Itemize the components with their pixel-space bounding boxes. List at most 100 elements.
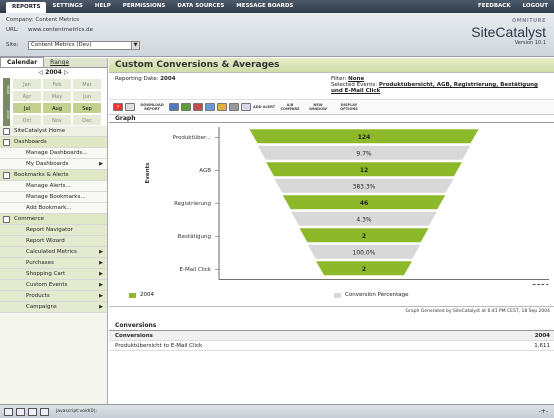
- conversion-percent-label: 4.3%: [356, 216, 372, 223]
- calendar-month[interactable]: Sep: [72, 102, 102, 114]
- window-icon[interactable]: [4, 407, 13, 416]
- window-icon[interactable]: [28, 407, 37, 416]
- tab-range[interactable]: Range: [44, 58, 75, 67]
- folder-icon: [3, 139, 10, 146]
- sidebar-item[interactable]: Custom Events ▶: [0, 280, 107, 291]
- calendar-month[interactable]: Aug: [42, 102, 72, 114]
- sidebar-item[interactable]: Purchases ▶: [0, 258, 107, 269]
- email-icon[interactable]: [217, 103, 227, 111]
- sidebar-item[interactable]: Manage Bookmarks...: [0, 192, 107, 203]
- compare-button[interactable]: A/B COMPARE: [277, 102, 303, 112]
- window-icon[interactable]: [16, 407, 25, 416]
- sidebar-item-label: Bookmarks & Alerts: [14, 172, 69, 178]
- csv-icon[interactable]: [181, 103, 191, 111]
- conversion-row-value: 1,611: [534, 343, 550, 349]
- sidebar-item[interactable]: Bookmarks & Alerts: [0, 170, 107, 181]
- download-report-button[interactable]: DOWNLOAD REPORT: [137, 102, 167, 112]
- sidebar: Calendar Range ◁ 2004 ▷ YEAR 2004 Jan Fe…: [0, 57, 108, 404]
- year-col-header: 2004: [534, 333, 550, 339]
- sidebar-item[interactable]: Add Bookmark...: [0, 203, 107, 214]
- calendar-month[interactable]: Oct: [12, 114, 42, 126]
- funnel-value-label: 2: [362, 233, 366, 240]
- folder-icon: [3, 216, 10, 223]
- pdf-icon[interactable]: [193, 103, 203, 111]
- sidebar-item[interactable]: Calculated Metrics ▶: [0, 247, 107, 258]
- word-icon[interactable]: [205, 103, 215, 111]
- feedback-link[interactable]: FEEDBACK: [472, 0, 517, 13]
- print-icon[interactable]: [125, 103, 135, 111]
- add-alert-button[interactable]: ADD ALERT: [253, 102, 275, 112]
- legend-label-conversion: Conversion Percentage: [345, 292, 409, 298]
- calendar-month[interactable]: Dec: [72, 114, 102, 126]
- sidebar-item-label: Manage Alerts...: [26, 183, 71, 189]
- legend-swatch-2004: [129, 293, 136, 298]
- sidebar-item-label: Purchases: [26, 260, 54, 266]
- calendar-month[interactable]: Mar: [72, 78, 102, 90]
- sidebar-item[interactable]: Commerce: [0, 214, 107, 225]
- calendar-month[interactable]: Jan: [12, 78, 42, 90]
- chevron-right-icon: ▶: [99, 161, 103, 167]
- sidebar-item[interactable]: Dashboards: [0, 137, 107, 148]
- funnel-value-label: 46: [360, 200, 368, 207]
- sidebar-item[interactable]: Campaigns ▶: [0, 302, 107, 313]
- nav-tab-message-boards[interactable]: MESSAGE BOARDS: [230, 0, 299, 13]
- nav-tab-data-sources[interactable]: DATA SOURCES: [171, 0, 230, 13]
- tab-calendar[interactable]: Calendar: [0, 57, 45, 67]
- calendar-grid: YEAR 2004 Jan Feb Mar Apr May Jun Jul Au…: [0, 78, 107, 126]
- funnel-category-label: Bestätigung: [178, 234, 211, 240]
- sidebar-item[interactable]: Report Wizard: [0, 236, 107, 247]
- url-label: URL:: [6, 27, 19, 33]
- conversion-percent-label: 9.7%: [356, 150, 372, 157]
- site-select[interactable]: Content Metrics (Dev) ▼: [28, 41, 140, 50]
- sidebar-nav-list: SiteCatalyst Home Dashboards Manage Dashbo…: [0, 126, 107, 313]
- sidebar-item-label: My Dashboards: [26, 161, 69, 167]
- sidebar-item[interactable]: Manage Dashboards...: [0, 148, 107, 159]
- next-year-icon[interactable]: ▷: [64, 69, 69, 76]
- site-label: Site:: [6, 42, 19, 48]
- folder-icon: [3, 128, 10, 135]
- display-options-button[interactable]: DISPLAY OPTIONS: [333, 102, 365, 112]
- chevron-right-icon: ▶: [99, 249, 103, 255]
- calendar-month[interactable]: May: [42, 90, 72, 102]
- calendar-quarter-label[interactable]: YEAR: [3, 78, 10, 102]
- chevron-down-icon[interactable]: ▼: [131, 42, 139, 49]
- sitecatalyst-logo: OMNITURE SiteCatalyst Version 10.1: [471, 18, 546, 46]
- bookmark-icon[interactable]: [241, 103, 251, 111]
- site-select-value: Content Metrics (Dev): [31, 42, 92, 48]
- sidebar-item[interactable]: Manage Alerts...: [0, 181, 107, 192]
- excel-icon[interactable]: [169, 103, 179, 111]
- conversion-row-label: Produktübersicht to E-Mail Click: [115, 343, 203, 349]
- calendar-quarter-label[interactable]: 2004: [3, 102, 10, 126]
- funnel-category-label: AGB: [199, 168, 211, 174]
- sidebar-item-label: Dashboards: [14, 139, 47, 145]
- window-icon[interactable]: [40, 407, 49, 416]
- new-window-button[interactable]: NEW WINDOW: [305, 102, 331, 112]
- sidebar-item-label: Manage Dashboards...: [26, 150, 88, 156]
- help-icon[interactable]: ?: [113, 103, 123, 111]
- logout-link[interactable]: LOGOUT: [517, 0, 554, 13]
- funnel-category-label: E-Mail Click: [180, 267, 212, 273]
- nav-tab-reports[interactable]: REPORTS: [6, 2, 47, 13]
- nav-tab-settings[interactable]: SETTINGS: [46, 0, 88, 13]
- calendar-month[interactable]: Feb: [42, 78, 72, 90]
- chevron-right-icon: ▶: [99, 293, 103, 299]
- schedule-icon[interactable]: [229, 103, 239, 111]
- sidebar-item[interactable]: Products ▶: [0, 291, 107, 302]
- calendar-month[interactable]: Jun: [72, 90, 102, 102]
- calendar-month[interactable]: Nov: [42, 114, 72, 126]
- sidebar-item-label: Campaigns: [26, 304, 57, 310]
- sidebar-item[interactable]: Shopping Cart ▶: [0, 269, 107, 280]
- sidebar-item[interactable]: Report Navigator: [0, 225, 107, 236]
- sidebar-item[interactable]: My Dashboards ▶: [0, 159, 107, 170]
- folder-icon: [3, 172, 10, 179]
- filter-info: Filter: None Selected Events: Produktübe…: [331, 76, 551, 94]
- prev-year-icon[interactable]: ◁: [38, 69, 43, 76]
- logo-version: Version 10.1: [514, 40, 546, 46]
- conversions-section-title: Conversions: [109, 321, 554, 331]
- nav-tab-help[interactable]: HELP: [89, 0, 117, 13]
- y-axis-label: Events: [145, 162, 151, 184]
- sidebar-item[interactable]: SiteCatalyst Home: [0, 126, 107, 137]
- calendar-month[interactable]: Jul: [12, 102, 42, 114]
- calendar-month[interactable]: Apr: [12, 90, 42, 102]
- nav-tab-permissions[interactable]: PERMISSIONS: [117, 0, 172, 13]
